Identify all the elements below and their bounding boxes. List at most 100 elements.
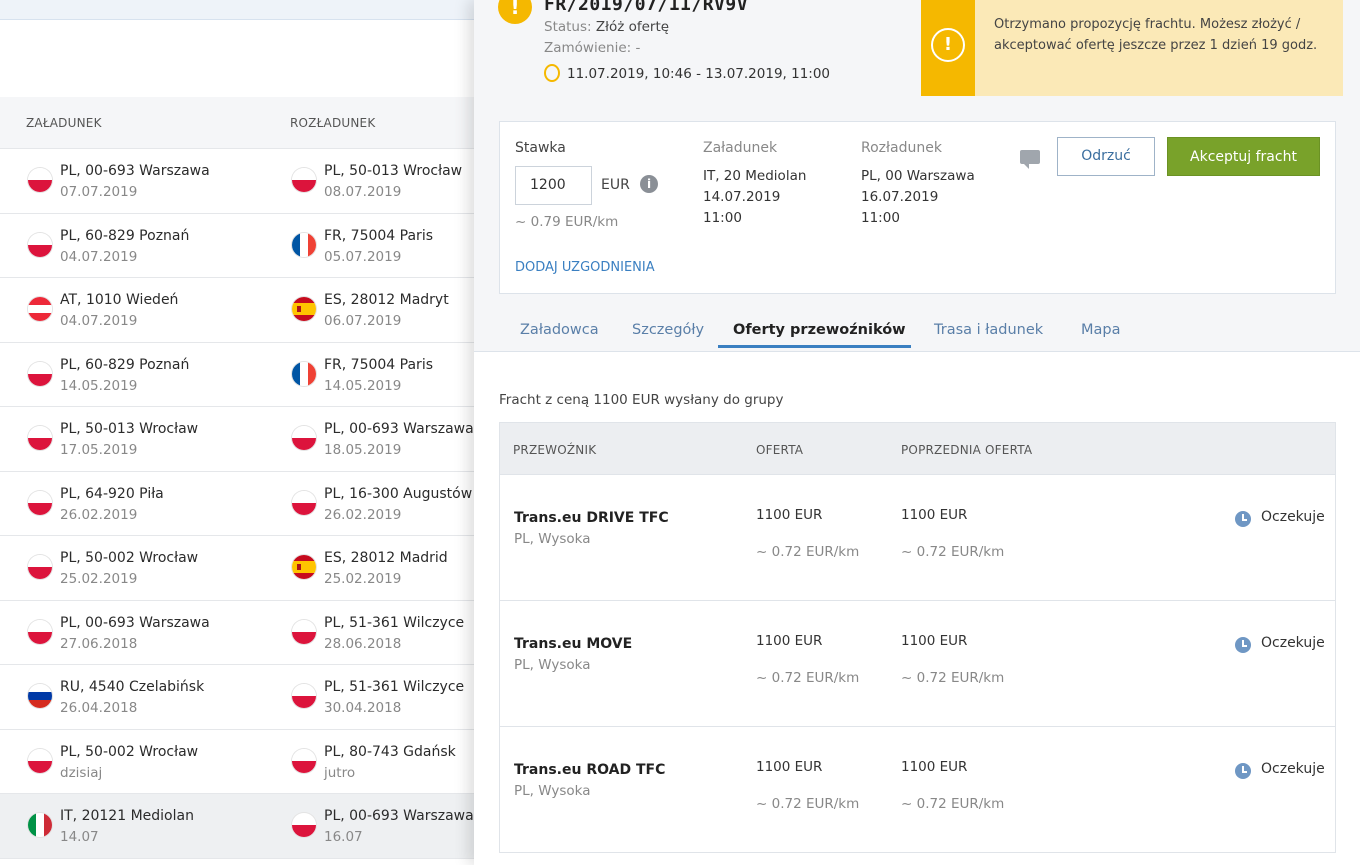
list-row[interactable]: RU, 4540 Czelabińsk 26.04.2018 PL, 51-361 … [0, 665, 474, 730]
list-row[interactable]: PL, 50-002 Wrocław dzisiaj PL, 80-743 Gdań… [0, 730, 474, 794]
rate-label: Stawka [515, 140, 566, 156]
offer-per-km: ~ 0.72 EUR/km [756, 544, 860, 560]
carrier-location: PL, Wysoka [514, 531, 591, 547]
flag-es-icon [292, 555, 316, 579]
order-label: Zamówienie: [544, 40, 632, 56]
carrier-name: Trans.eu MOVE [514, 636, 633, 652]
loading-date: 04.07.2019 [60, 313, 138, 329]
loading-city: AT, 1010 Wiedeń [60, 292, 179, 308]
clock-icon [1235, 763, 1251, 779]
previous-offer-per-km: ~ 0.72 EUR/km [901, 796, 1005, 812]
flag-it-icon [28, 813, 52, 837]
unloading-date: 30.04.2018 [324, 700, 402, 716]
rate-per-km: ~ 0.79 EUR/km [515, 214, 619, 230]
offer-amount: 1100 EUR [756, 759, 823, 775]
carrier-location: PL, Wysoka [514, 783, 591, 799]
list-topbar [0, 0, 474, 20]
offer-amount: 1100 EUR [756, 507, 823, 523]
rate-input[interactable]: 1200 [515, 166, 592, 205]
freight-detail-panel: ! FR/2019/07/11/RV9V Status: Złóż ofertę… [474, 0, 1360, 865]
tab-carrier-offers[interactable]: Oferty przewoźników [733, 322, 906, 338]
loading-city: PL, 00-693 Warszawa [60, 163, 210, 179]
list-row[interactable]: PL, 50-013 Wrocław 17.05.2019 PL, 00-693 W… [0, 407, 474, 472]
unloading-date: 18.05.2019 [324, 442, 402, 458]
flag-pl-icon [28, 619, 52, 644]
loading-date: 14.07 [60, 829, 99, 845]
list-row[interactable]: PL, 60-829 Poznań 14.05.2019 FR, 75004 Par… [0, 343, 474, 407]
order-value: - [635, 40, 641, 56]
loading-city: PL, 50-002 Wrocław [60, 550, 199, 566]
offer-row[interactable]: Trans.eu ROAD TFC PL, Wysoka 1100 EUR ~ 0.7… [499, 727, 1336, 853]
previous-offer-per-km: ~ 0.72 EUR/km [901, 544, 1005, 560]
flag-pl-icon [28, 490, 52, 515]
flag-pl-icon [292, 490, 316, 515]
unloading-date: 26.02.2019 [324, 506, 402, 523]
list-row[interactable]: IT, 20121 Mediolan 14.07 PL, 00-693 Warsza… [0, 794, 474, 859]
unloading-city: ES, 28012 Madryt [324, 292, 449, 308]
status-value: Złóż ofertę [595, 19, 670, 35]
unloading-date: 05.07.2019 [324, 248, 402, 265]
unloading-date: 16.07 [324, 829, 363, 845]
offers-table-header: PRZEWOŹNIK OFERTA POPRZEDNIA OFERTA [499, 422, 1336, 475]
reject-button[interactable]: Odrzuć [1057, 137, 1155, 176]
tab-shipper[interactable]: Załadowca [520, 322, 599, 338]
list-row[interactable]: PL, 50-002 Wrocław 25.02.2019 ES, 28012 Ma… [0, 536, 474, 601]
unloading-city: PL, 16-300 Augustów [324, 485, 473, 502]
flag-pl-icon [28, 555, 52, 579]
unloading-date: 08.07.2019 [324, 184, 402, 200]
carrier-location: PL, Wysoka [514, 657, 591, 673]
unloading-city: ES, 28012 Madrid [324, 550, 448, 566]
loading-place: IT, 20 Mediolan [703, 168, 807, 184]
offer-row[interactable]: Trans.eu MOVE PL, Wysoka 1100 EUR ~ 0.72 EU… [499, 601, 1336, 727]
tab-map[interactable]: Mapa [1081, 322, 1121, 338]
sent-info: Fracht z ceną 1100 EUR wysłany do grupy [499, 392, 784, 408]
offer-card: Stawka 1200 EUR i ~ 0.79 EUR/km DODAJ UZ… [499, 121, 1336, 294]
tab-details[interactable]: Szczegóły [632, 322, 704, 338]
loading-date: 26.02.2019 [60, 506, 138, 523]
list-row[interactable]: AT, 1010 Wiedeń 04.07.2019 ES, 28012 Madry… [0, 278, 474, 343]
unloading-details: PL, 00 Warszawa 16.07.2019 11:00 [861, 166, 975, 229]
loading-time: 11:00 [703, 210, 742, 226]
alert-bar: ! [921, 0, 975, 96]
list-row[interactable]: PL, 00-693 Warszawa 07.07.2019 PL, 50-013 … [0, 149, 474, 214]
comment-icon[interactable] [1020, 150, 1040, 169]
flag-pl-icon [292, 168, 316, 192]
flag-pl-icon [28, 426, 52, 450]
unloading-city: PL, 00-693 Warszawa [324, 421, 474, 437]
list-row[interactable]: PL, 64-920 Piła 26.02.2019 PL, 16-300 Augu… [0, 472, 474, 536]
previous-offer-amount: 1100 EUR [901, 759, 968, 775]
accept-freight-button[interactable]: Akceptuj fracht [1167, 137, 1320, 176]
loading-city: PL, 64-920 Piła [60, 485, 164, 502]
offer-status: Oczekuje [1261, 509, 1325, 525]
info-icon[interactable]: i [640, 175, 658, 193]
rate-currency: EUR [601, 177, 630, 193]
header-previous-offer: POPRZEDNIA OFERTA [901, 443, 1033, 457]
header-carrier: PRZEWOŹNIK [513, 443, 597, 457]
loading-city: PL, 00-693 Warszawa [60, 614, 210, 631]
freight-list: ZAŁADUNEK ROZŁADUNEK PL, 00-693 Warszawa… [0, 0, 474, 865]
add-agreements-link[interactable]: DODAJ UZGODNIENIA [515, 260, 655, 275]
offer-alert: ! Otrzymano propozycję frachtu. Możesz z… [921, 0, 1343, 96]
unloading-date: 06.07.2019 [324, 313, 402, 329]
offers-table: PRZEWOŹNIK OFERTA POPRZEDNIA OFERTA Tran… [499, 422, 1336, 853]
loading-city: PL, 50-013 Wrocław [60, 421, 199, 437]
tab-route-cargo[interactable]: Trasa i ładunek [934, 322, 1043, 338]
freight-status: Status: Złóż ofertę [544, 19, 669, 35]
loading-city: PL, 50-002 Wrocław [60, 743, 199, 760]
loading-date: 04.07.2019 [60, 248, 138, 265]
list-row[interactable]: PL, 00-693 Warszawa 27.06.2018 PL, 51-361 … [0, 601, 474, 665]
unloading-city: PL, 51-361 Wilczyce [324, 614, 465, 631]
offer-row[interactable]: Trans.eu DRIVE TFC PL, Wysoka 1100 EUR ~ 0.… [499, 475, 1336, 601]
flag-at-icon [28, 297, 52, 321]
header-offer: OFERTA [756, 443, 804, 457]
carrier-name: Trans.eu ROAD TFC [514, 762, 666, 778]
unloading-city: PL, 80-743 Gdańsk [324, 743, 456, 760]
offer-status: Oczekuje [1261, 761, 1325, 777]
active-tab-indicator [718, 345, 911, 348]
list-row[interactable]: PL, 60-829 Poznań 04.07.2019 FR, 75004 Par… [0, 214, 474, 278]
flag-pl-icon [292, 748, 316, 773]
time-range-text: 11.07.2019, 10:46 - 13.07.2019, 11:00 [567, 66, 831, 82]
offer-status: Oczekuje [1261, 635, 1325, 651]
unloading-place: PL, 00 Warszawa [861, 168, 975, 184]
loading-date: 25.02.2019 [60, 571, 138, 587]
